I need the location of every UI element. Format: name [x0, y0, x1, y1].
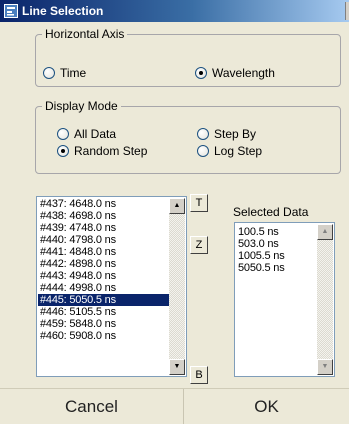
- line-listbox[interactable]: #437: 4648.0 ns #438: 4698.0 ns #439: 47…: [36, 196, 187, 377]
- window-app-icon: [4, 4, 18, 18]
- radio-log-step-label: Log Step: [214, 144, 263, 158]
- selected-data-scrollbar[interactable]: ▲ ▼: [317, 224, 333, 375]
- line-list-item[interactable]: #441: 4848.0 ns: [38, 246, 169, 258]
- display-mode-legend: Display Mode: [45, 99, 118, 113]
- title-bar: Line Selection: [0, 0, 349, 22]
- radio-wavelength[interactable]: Wavelength: [195, 65, 305, 81]
- scroll-down-icon[interactable]: ▼: [317, 359, 333, 375]
- line-list-item[interactable]: #438: 4698.0 ns: [38, 210, 169, 222]
- line-list-scrollbar[interactable]: ▲ ▼: [169, 198, 185, 375]
- radio-random-step-label: Random Step: [74, 144, 148, 158]
- radio-step-by-indicator: [197, 128, 209, 140]
- line-list-item[interactable]: #437: 4648.0 ns: [38, 198, 169, 210]
- top-button[interactable]: T: [190, 194, 208, 212]
- scroll-down-icon[interactable]: ▼: [169, 359, 185, 375]
- selected-data-item[interactable]: 1005.5 ns: [236, 250, 317, 262]
- radio-log-step[interactable]: Log Step: [197, 143, 297, 159]
- bottom-button[interactable]: B: [190, 366, 208, 384]
- radio-all-data[interactable]: All Data: [57, 126, 167, 142]
- line-list-item[interactable]: #460: 5908.0 ns: [38, 330, 169, 342]
- line-list-item-selected[interactable]: #445: 5050.5 ns: [38, 294, 169, 306]
- line-list-item[interactable]: #439: 4748.0 ns: [38, 222, 169, 234]
- center-button[interactable]: Z: [190, 236, 208, 254]
- radio-step-by[interactable]: Step By: [197, 126, 297, 142]
- window-title: Line Selection: [22, 4, 104, 18]
- selected-data-item[interactable]: 503.0 ns: [236, 238, 317, 250]
- line-list-item[interactable]: #440: 4798.0 ns: [38, 234, 169, 246]
- line-list-item[interactable]: #442: 4898.0 ns: [38, 258, 169, 270]
- selected-data-item[interactable]: 5050.5 ns: [236, 262, 317, 274]
- dialog-footer: Cancel OK: [0, 388, 349, 424]
- radio-all-data-indicator: [57, 128, 69, 140]
- radio-wavelength-indicator: [195, 67, 207, 79]
- scroll-up-icon[interactable]: ▲: [169, 198, 185, 214]
- radio-random-step-indicator: [57, 145, 69, 157]
- radio-time-label: Time: [60, 66, 87, 80]
- radio-random-step[interactable]: Random Step: [57, 143, 182, 159]
- line-list-item[interactable]: #459: 5848.0 ns: [38, 318, 169, 330]
- line-list-item[interactable]: #444: 4998.0 ns: [38, 282, 169, 294]
- radio-log-step-indicator: [197, 145, 209, 157]
- line-list-items: #437: 4648.0 ns #438: 4698.0 ns #439: 47…: [38, 198, 169, 375]
- horizontal-axis-legend: Horizontal Axis: [45, 27, 125, 41]
- radio-wavelength-label: Wavelength: [212, 66, 275, 80]
- selected-data-listbox[interactable]: 100.5 ns 503.0 ns 1005.5 ns 5050.5 ns ▲ …: [234, 222, 335, 377]
- selected-data-item[interactable]: 100.5 ns: [236, 226, 317, 238]
- cancel-button[interactable]: Cancel: [0, 389, 183, 424]
- scroll-up-icon[interactable]: ▲: [317, 224, 333, 240]
- selected-data-caption: Selected Data: [233, 205, 309, 219]
- radio-time[interactable]: Time: [43, 65, 133, 81]
- line-list-item[interactable]: #443: 4948.0 ns: [38, 270, 169, 282]
- line-list-item[interactable]: #446: 5105.5 ns: [38, 306, 169, 318]
- radio-all-data-label: All Data: [74, 127, 117, 141]
- ok-button[interactable]: OK: [184, 389, 349, 424]
- radio-time-indicator: [43, 67, 55, 79]
- selected-data-items: 100.5 ns 503.0 ns 1005.5 ns 5050.5 ns: [236, 226, 317, 375]
- radio-step-by-label: Step By: [214, 127, 257, 141]
- title-bar-edge: [345, 2, 349, 20]
